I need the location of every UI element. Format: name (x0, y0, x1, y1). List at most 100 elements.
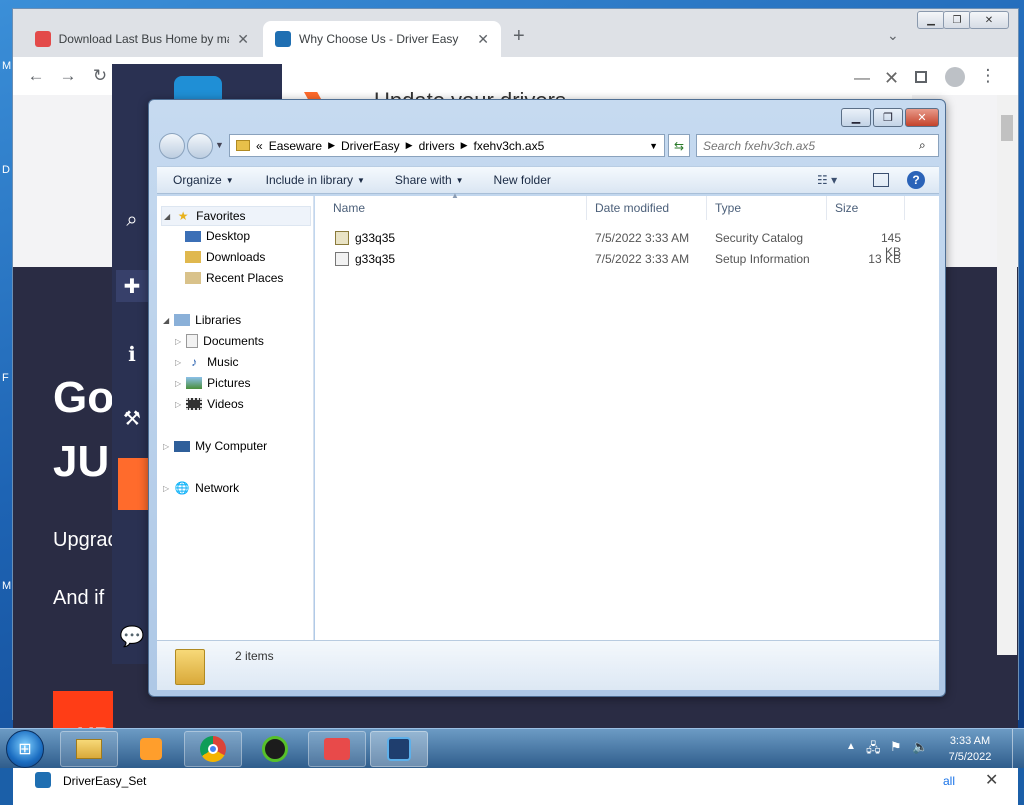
show-desktop-button[interactable] (1012, 729, 1024, 769)
download-item-name[interactable]: DriverEasy_Set (63, 774, 146, 788)
taskbar-chrome-button[interactable] (184, 731, 242, 767)
share-with-menu[interactable]: Share with ▼ (377, 173, 476, 187)
desktop-icon-label[interactable]: M (2, 60, 11, 72)
feedback-chat-icon[interactable]: 💬 (116, 620, 148, 652)
profile-avatar[interactable] (945, 67, 965, 87)
tab-last-bus-home[interactable]: Download Last Bus Home by ma ✕ (23, 21, 261, 57)
file-row[interactable]: g33q35 7/5/2022 3:33 AM Setup Informatio… (315, 249, 939, 269)
network-tray-icon[interactable]: 🖧 (866, 739, 881, 761)
action-center-flag-icon[interactable]: ⚑ (890, 739, 902, 755)
column-header-date-modified[interactable]: Date modified (587, 196, 707, 220)
chrome-minimize-button[interactable]: ▁ (917, 11, 945, 29)
address-history-chevron-down-icon[interactable]: ▼ (649, 141, 658, 151)
preview-pane-icon[interactable] (873, 173, 889, 187)
tree-libraries[interactable]: ◢ Libraries (163, 313, 241, 327)
side-panel-icon[interactable] (915, 71, 927, 83)
tree-item-downloads[interactable]: Downloads (185, 250, 265, 264)
tree-favorites[interactable]: ◢ ★ Favorites (161, 206, 311, 226)
back-button-icon[interactable] (159, 133, 185, 159)
scan-icon[interactable]: ⌕ (116, 204, 148, 236)
explorer-close-button[interactable]: ✕ (905, 108, 939, 127)
breadcrumb-drivers[interactable]: drivers (419, 139, 455, 153)
taskbar-explorer-button[interactable] (60, 731, 118, 767)
address-bar[interactable]: « Easeware ▶ DriverEasy ▶ drivers ▶ fxeh… (229, 134, 665, 157)
back-arrow-icon[interactable]: ← (25, 65, 47, 87)
search-box[interactable]: ⌕ (696, 134, 939, 157)
tree-item-music[interactable]: ▷ ♪ Music (175, 355, 239, 369)
organize-menu[interactable]: Organize ▼ (157, 173, 246, 187)
hardware-info-icon[interactable]: ℹ (116, 338, 148, 370)
chrome-close-button[interactable]: ✕ (969, 11, 1009, 29)
tab-strip: Download Last Bus Home by ma ✕ Why Choos… (13, 9, 1018, 57)
tree-collapsed-icon[interactable]: ▷ (175, 400, 181, 409)
tree-collapsed-icon[interactable]: ▷ (163, 442, 169, 451)
tree-label: Network (195, 481, 240, 495)
chrome-maximize-button[interactable]: ❐ (943, 11, 971, 29)
column-header-type[interactable]: Type (707, 196, 827, 220)
update-icon[interactable]: ✚ (116, 270, 148, 302)
chrome-menu-icon[interactable]: ⋮ (977, 65, 999, 87)
tab-close-icon[interactable]: ✕ (477, 31, 489, 48)
column-header-name[interactable]: Name (325, 196, 587, 220)
page-scrollbar-thumb[interactable] (1001, 115, 1013, 141)
reload-icon[interactable]: ↻ (89, 65, 111, 87)
tree-item-pictures[interactable]: ▷ Pictures (175, 376, 251, 390)
search-input[interactable] (697, 135, 907, 156)
tab-driver-easy[interactable]: Why Choose Us - Driver Easy ✕ (263, 21, 501, 57)
tools-icon[interactable]: ⚒ (116, 402, 148, 434)
breadcrumb-easeware[interactable]: Easeware (269, 139, 322, 153)
desktop-icon-label[interactable]: M (2, 580, 11, 592)
forward-arrow-icon[interactable]: → (57, 65, 79, 87)
new-tab-button[interactable]: + (513, 25, 525, 48)
tree-expand-icon[interactable]: ◢ (164, 212, 170, 221)
show-all-downloads-link[interactable]: all (943, 774, 955, 788)
tree-item-desktop[interactable]: Desktop (185, 229, 250, 243)
taskbar-app-button[interactable] (246, 731, 304, 767)
page-scrollbar[interactable] (997, 95, 1017, 655)
refresh-icon[interactable]: ⇆ (668, 134, 690, 157)
help-icon[interactable]: ? (907, 171, 925, 189)
taskbar-game-button[interactable] (308, 731, 366, 767)
breadcrumb-overflow[interactable]: « (256, 139, 263, 153)
tree-collapsed-icon[interactable]: ▷ (175, 337, 181, 346)
tree-item-documents[interactable]: ▷ Documents (175, 334, 264, 348)
volume-speaker-icon[interactable]: 🔈 (912, 739, 928, 755)
tree-my-computer[interactable]: ▷ My Computer (163, 439, 267, 453)
tree-expand-icon[interactable]: ◢ (163, 316, 169, 325)
green-ring-app-icon (262, 736, 288, 762)
explorer-maximize-button[interactable]: ❐ (873, 108, 903, 127)
breadcrumb-current-folder[interactable]: fxehv3ch.ax5 (474, 139, 545, 153)
tree-collapsed-icon[interactable]: ▷ (175, 358, 181, 367)
system-clock[interactable]: 3:33 AM 7/5/2022 (935, 733, 1005, 765)
breadcrumb-separator-icon[interactable]: ▶ (461, 140, 468, 151)
column-header-size[interactable]: Size (827, 196, 905, 220)
desktop-icon-label[interactable]: D (2, 164, 10, 176)
tab-close-icon[interactable]: ✕ (237, 31, 249, 48)
app-close-button[interactable]: ✕ (884, 68, 899, 89)
upgrade-side-button[interactable] (118, 458, 148, 510)
forward-button-icon[interactable] (187, 133, 213, 159)
tree-collapsed-icon[interactable]: ▷ (175, 379, 181, 388)
taskbar-media-player-button[interactable] (122, 731, 180, 767)
tree-item-recent-places[interactable]: Recent Places (185, 271, 283, 285)
show-hidden-icons-chevron-up-icon[interactable]: ▲ (846, 741, 856, 752)
new-folder-button[interactable]: New folder (476, 173, 563, 187)
close-download-bar-icon[interactable]: ✕ (985, 770, 998, 790)
recent-pages-chevron-down-icon[interactable]: ▼ (215, 140, 224, 150)
breadcrumb-drivereasy[interactable]: DriverEasy (341, 139, 400, 153)
tab-search-chevron-down-icon[interactable]: ⌄ (887, 27, 899, 44)
explorer-minimize-button[interactable]: ▁ (841, 108, 871, 127)
breadcrumb-separator-icon[interactable]: ▶ (406, 140, 413, 151)
tree-network[interactable]: ▷ 🌐 Network (163, 481, 239, 495)
change-view-icon[interactable]: ☷ ▾ (817, 173, 837, 187)
app-minimize-button[interactable]: — (854, 70, 870, 88)
desktop-icon-label[interactable]: F (2, 372, 9, 384)
tree-item-videos[interactable]: ▷ Videos (175, 397, 244, 411)
start-button[interactable]: ⊞ (6, 730, 44, 768)
file-row[interactable]: g33q35 7/5/2022 3:33 AM Security Catalog… (315, 228, 939, 259)
breadcrumb-separator-icon[interactable]: ▶ (328, 140, 335, 151)
taskbar-driver-easy-button[interactable] (370, 731, 428, 767)
include-in-library-menu[interactable]: Include in library ▼ (246, 173, 377, 187)
tree-collapsed-icon[interactable]: ▷ (163, 484, 169, 493)
search-icon[interactable]: ⌕ (919, 138, 926, 153)
